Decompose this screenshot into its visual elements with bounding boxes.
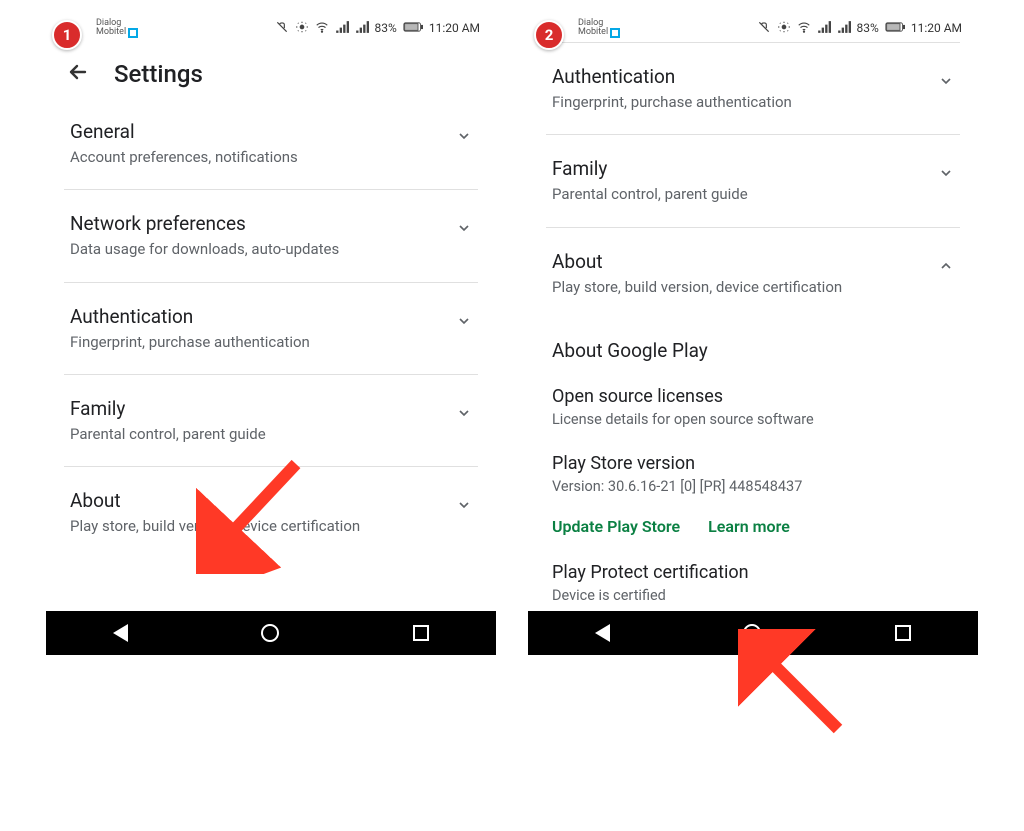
nav-back-icon[interactable] bbox=[113, 624, 128, 642]
battery-percent: 83% bbox=[857, 21, 879, 35]
chevron-down-icon bbox=[456, 120, 472, 149]
nav-back-icon[interactable] bbox=[595, 624, 610, 642]
about-google-play-heading: About Google Play bbox=[546, 319, 960, 368]
row-title: Play Protect certification bbox=[552, 562, 954, 583]
notification-dot-icon bbox=[610, 28, 620, 38]
eye-comfort-icon bbox=[777, 20, 791, 37]
nav-home-icon[interactable] bbox=[743, 624, 761, 642]
signal-1-icon bbox=[817, 20, 831, 37]
settings-item-family[interactable]: Family Parental control, parent guide bbox=[546, 135, 960, 227]
battery-percent: 83% bbox=[375, 21, 397, 35]
chevron-down-icon bbox=[456, 397, 472, 426]
battery-icon bbox=[403, 21, 423, 36]
settings-item-authentication[interactable]: Authentication Fingerprint, purchase aut… bbox=[546, 43, 960, 135]
row-subtitle: Play store, build version, device certif… bbox=[70, 516, 444, 536]
row-subtitle: Play store, build version, device certif… bbox=[552, 277, 926, 297]
chevron-down-icon bbox=[456, 489, 472, 518]
notification-dot-icon bbox=[128, 28, 138, 38]
row-title: About bbox=[70, 489, 444, 512]
chevron-down-icon bbox=[938, 157, 954, 186]
settings-item-about[interactable]: About Play store, build version, device … bbox=[64, 467, 478, 558]
chevron-down-icon bbox=[938, 65, 954, 94]
battery-icon bbox=[885, 21, 905, 36]
screen-step-2: 2 Dialog Mobitel bbox=[528, 14, 978, 655]
about-item-protect: Play Protect certification Device is cer… bbox=[546, 536, 960, 612]
status-time: 11:20 AM bbox=[429, 21, 480, 35]
about-item-licenses[interactable]: Open source licenses License details for… bbox=[546, 368, 960, 436]
row-subtitle: License details for open source software bbox=[552, 410, 954, 430]
nav-recent-icon[interactable] bbox=[413, 625, 429, 641]
chevron-down-icon bbox=[456, 212, 472, 241]
signal-1-icon bbox=[335, 20, 349, 37]
nav-recent-icon[interactable] bbox=[895, 625, 911, 641]
status-time: 11:20 AM bbox=[911, 21, 962, 35]
settings-item-authentication[interactable]: Authentication Fingerprint, purchase aut… bbox=[64, 283, 478, 375]
carrier-2: Mobitel bbox=[96, 28, 126, 37]
android-nav-bar bbox=[46, 611, 496, 655]
chevron-up-icon bbox=[938, 250, 954, 279]
row-title: About bbox=[552, 250, 926, 273]
row-subtitle: Fingerprint, purchase authentication bbox=[70, 332, 444, 352]
carrier-2: Mobitel bbox=[578, 28, 608, 37]
settings-item-general[interactable]: General Account preferences, notificatio… bbox=[64, 98, 478, 190]
vibrate-off-icon bbox=[757, 20, 771, 37]
row-subtitle: Parental control, parent guide bbox=[70, 424, 444, 444]
row-title: Play Store version bbox=[552, 453, 954, 474]
row-title: Family bbox=[552, 157, 926, 180]
row-title: Network preferences bbox=[70, 212, 444, 235]
settings-item-about[interactable]: About Play store, build version, device … bbox=[546, 228, 960, 319]
signal-2-icon bbox=[355, 20, 369, 37]
nav-home-icon[interactable] bbox=[261, 624, 279, 642]
app-header: Settings bbox=[46, 42, 496, 98]
row-title: Family bbox=[70, 397, 444, 420]
vibrate-off-icon bbox=[275, 20, 289, 37]
eye-comfort-icon bbox=[295, 20, 309, 37]
back-arrow-icon[interactable] bbox=[66, 60, 90, 88]
status-bar: Dialog Mobitel bbox=[528, 14, 978, 42]
learn-more-link[interactable]: Learn more bbox=[708, 517, 790, 536]
row-subtitle: Device is certified bbox=[552, 586, 954, 606]
row-title: General bbox=[70, 120, 444, 143]
settings-item-network[interactable]: Network preferences Data usage for downl… bbox=[64, 190, 478, 282]
page-title: Settings bbox=[114, 60, 203, 88]
signal-2-icon bbox=[837, 20, 851, 37]
row-subtitle: Data usage for downloads, auto-updates bbox=[70, 239, 444, 259]
android-nav-bar bbox=[528, 611, 978, 655]
step-badge-1: 1 bbox=[52, 20, 82, 50]
row-subtitle: Parental control, parent guide bbox=[552, 184, 926, 204]
chevron-down-icon bbox=[456, 305, 472, 334]
settings-item-family[interactable]: Family Parental control, parent guide bbox=[64, 375, 478, 467]
status-bar: Dialog Mobitel bbox=[46, 14, 496, 42]
wifi-icon bbox=[315, 20, 329, 37]
update-play-store-link[interactable]: Update Play Store bbox=[552, 517, 680, 536]
step-badge-2: 2 bbox=[534, 20, 564, 50]
row-title: Open source licenses bbox=[552, 386, 954, 407]
screen-step-1: 1 Dialog Mobitel bbox=[46, 14, 496, 655]
row-subtitle: Version: 30.6.16-21 [0] [PR] 448548437 bbox=[552, 477, 954, 497]
wifi-icon bbox=[797, 20, 811, 37]
about-item-version: Play Store version Version: 30.6.16-21 [… bbox=[546, 435, 960, 503]
row-title: Authentication bbox=[70, 305, 444, 328]
row-subtitle: Fingerprint, purchase authentication bbox=[552, 92, 926, 112]
row-title: Authentication bbox=[552, 65, 926, 88]
row-subtitle: Account preferences, notifications bbox=[70, 147, 444, 167]
